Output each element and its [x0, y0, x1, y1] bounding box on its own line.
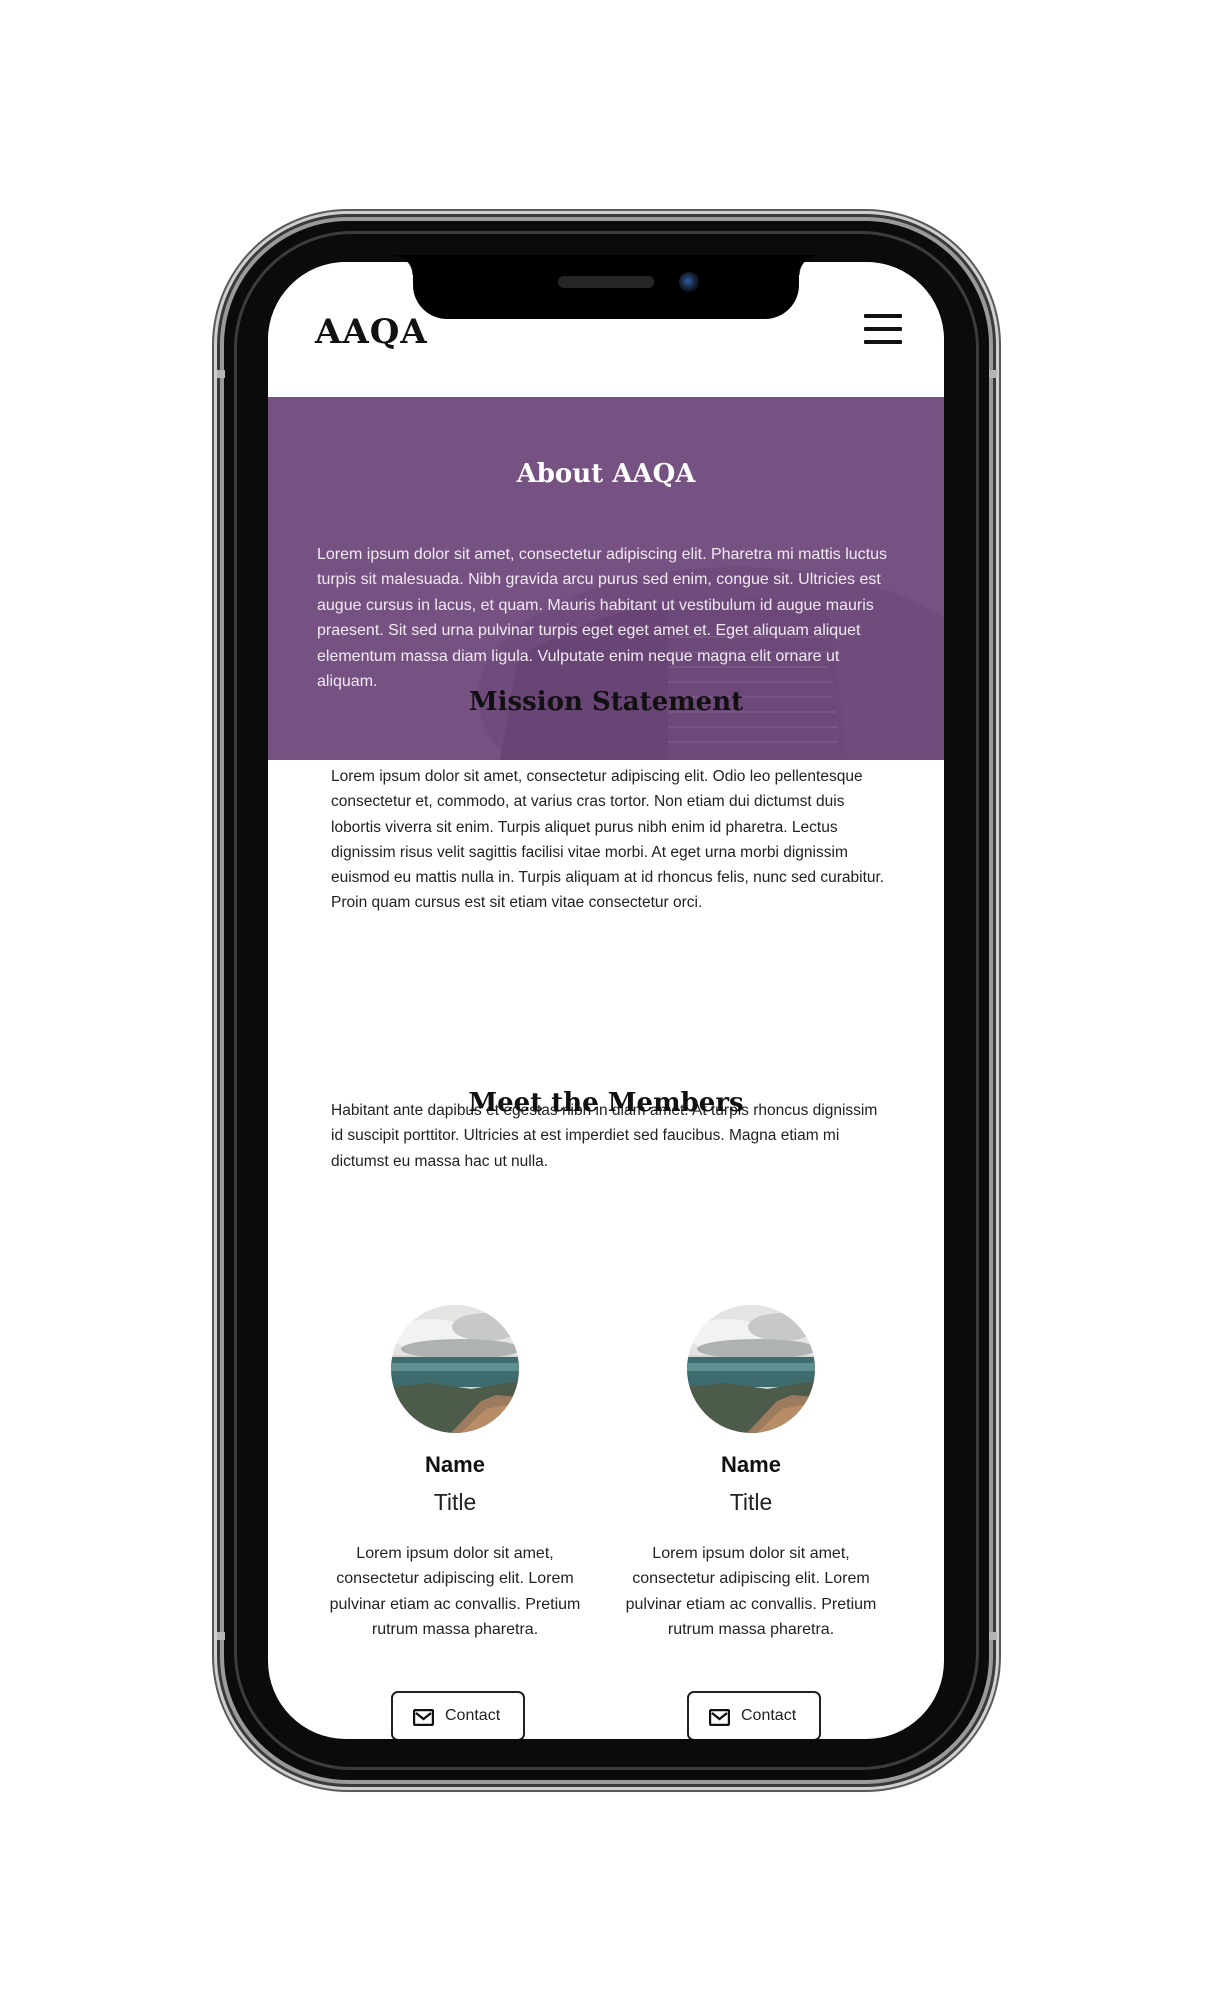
- contact-button[interactable]: Contact: [391, 1691, 525, 1739]
- contact-button-label: Contact: [741, 1707, 797, 1724]
- antenna-band: [989, 1632, 997, 1640]
- mission-title: Mission Statement: [468, 687, 744, 717]
- member-name: Name: [721, 1452, 781, 1477]
- hero-text: Lorem ipsum dolor sit amet, consectetur …: [317, 546, 888, 691]
- antenna-band: [989, 370, 997, 378]
- member-title: Title: [433, 1489, 477, 1515]
- member-avatar: [687, 1305, 815, 1433]
- mission-paragraph-1: Lorem ipsum dolor sit amet, consectetur …: [331, 768, 885, 912]
- member-title: Title: [729, 1489, 773, 1515]
- speaker-grille: [558, 276, 654, 288]
- member-avatar: [391, 1305, 519, 1433]
- mail-icon: [709, 1709, 730, 1726]
- front-camera-icon: [679, 272, 699, 292]
- member-name: Name: [425, 1452, 485, 1477]
- antenna-band: [217, 370, 225, 378]
- contact-button[interactable]: Contact: [687, 1691, 821, 1739]
- hamburger-menu-icon[interactable]: [864, 314, 902, 344]
- phone-screen: AAQA About AAQA Lorem ipsum dolor sit am…: [268, 262, 944, 1739]
- members-title: Meet the Members: [468, 1088, 744, 1118]
- contact-button-label: Contact: [445, 1707, 501, 1724]
- hero-title: About AAQA: [516, 459, 696, 489]
- member-description: Lorem ipsum dolor sit amet, consectetur …: [329, 1545, 581, 1639]
- member-description: Lorem ipsum dolor sit amet, consectetur …: [625, 1545, 877, 1639]
- site-logo[interactable]: AAQA: [315, 312, 428, 352]
- antenna-band: [217, 1632, 225, 1640]
- phone-notch: [393, 255, 819, 319]
- mail-icon: [413, 1709, 434, 1726]
